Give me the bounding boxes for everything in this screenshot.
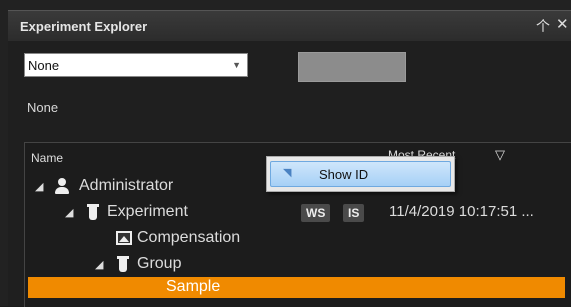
title-bar: Experiment Explorer 个 ✕ — [8, 10, 571, 41]
ws-badge[interactable]: WS — [301, 204, 331, 222]
tree-label-sample: Sample — [166, 278, 221, 295]
close-icon[interactable]: ✕ — [556, 15, 569, 33]
tube-icon — [117, 256, 129, 272]
tree-row-sample-selected[interactable]: Sample — [28, 277, 565, 298]
tree-row-experiment[interactable]: ◢ Experiment WS IS 11/4/2019 10:17:51 ..… — [25, 201, 571, 225]
show-id-menu-item[interactable]: ◥ Show ID — [270, 161, 451, 187]
tree-label-compensation: Compensation — [137, 229, 241, 246]
chevron-down-icon: ▼ — [232, 60, 241, 70]
expand-triangle-icon[interactable]: ◢ — [35, 180, 43, 193]
panel-title: Experiment Explorer — [20, 19, 148, 34]
dropdown-value: None — [28, 58, 60, 73]
experiment-timestamp: 11/4/2019 10:17:51 ... — [389, 203, 534, 220]
show-id-label: Show ID — [319, 167, 369, 182]
experiment-dropdown[interactable]: None ▼ — [24, 53, 248, 77]
cursor-icon: ◥ — [283, 167, 292, 179]
experiment-explorer-panel: Experiment Explorer 个 ✕ None ▼ None Name… — [0, 0, 571, 307]
tree-row-compensation[interactable]: Compensation — [25, 227, 571, 251]
context-menu: ◥ Show ID — [266, 156, 455, 192]
is-badge[interactable]: IS — [343, 204, 365, 222]
filter-icon[interactable]: ▽ — [495, 147, 505, 163]
user-icon — [55, 178, 69, 194]
tree-label-group: Group — [137, 255, 182, 272]
tree-row-group[interactable]: ◢ Group — [25, 253, 571, 277]
image-icon — [116, 231, 132, 245]
expand-triangle-icon[interactable]: ◢ — [95, 258, 103, 271]
pin-icon[interactable]: 个 — [536, 16, 550, 36]
status-label: None — [27, 100, 59, 115]
tube-icon — [87, 204, 99, 220]
column-header-name[interactable]: Name — [31, 151, 63, 165]
action-button[interactable] — [298, 52, 406, 82]
expand-triangle-icon[interactable]: ◢ — [65, 206, 73, 219]
tree-label-experiment: Experiment — [107, 203, 188, 220]
tree-label-administrator: Administrator — [79, 177, 174, 194]
